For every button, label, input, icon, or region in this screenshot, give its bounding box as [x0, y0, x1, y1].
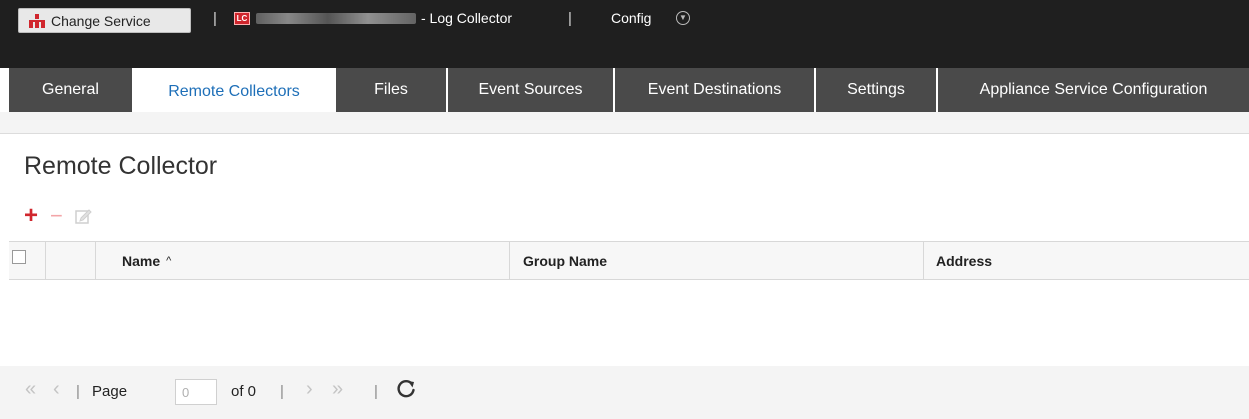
next-page-icon[interactable]: › — [306, 378, 313, 401]
column-group-name-label: Group Name — [523, 252, 608, 269]
pager-separator: | — [280, 383, 284, 400]
redacted-hostname — [256, 13, 416, 24]
tab-remote-collectors[interactable]: Remote Collectors — [134, 68, 334, 112]
remote-collector-grid: Name ^ Group Name Address — [9, 241, 1249, 366]
refresh-icon[interactable] — [395, 378, 417, 400]
view-selector-label[interactable]: Config — [611, 10, 651, 26]
page-label: Page — [92, 383, 128, 400]
grid-toolbar: + − — [24, 202, 93, 230]
pagination-bar: « ‹ | Page of 0 | › » | — [0, 366, 1249, 419]
header-separator: | — [213, 10, 217, 27]
grid-header: Name ^ Group Name Address — [9, 242, 1249, 280]
tab-appliance-service-configuration[interactable]: Appliance Service Configuration — [938, 68, 1249, 112]
tab-settings[interactable]: Settings — [816, 68, 936, 112]
column-header-name[interactable]: Name ^ — [96, 242, 510, 279]
column-name-label: Name — [122, 252, 161, 269]
tab-general[interactable]: General — [9, 68, 132, 112]
tab-event-sources[interactable]: Event Sources — [448, 68, 613, 112]
page-count: of 0 — [231, 383, 257, 400]
top-header: Change Service | LC - Log Collector | Co… — [0, 0, 1249, 68]
column-address-label: Address — [936, 252, 993, 269]
tab-event-destinations[interactable]: Event Destinations — [615, 68, 814, 112]
first-page-icon[interactable]: « — [25, 378, 36, 401]
sort-ascending-icon: ^ — [166, 254, 172, 267]
change-service-label: Change Service — [51, 12, 151, 29]
column-header-address[interactable]: Address — [924, 242, 1249, 279]
select-all-checkbox[interactable] — [12, 250, 26, 264]
header-separator: | — [568, 10, 572, 27]
service-tree-icon — [29, 13, 45, 28]
add-icon[interactable]: + — [24, 204, 38, 228]
chevron-down-icon[interactable]: ▼ — [676, 11, 690, 25]
tab-bar: General Remote Collectors Files Event So… — [0, 68, 1249, 112]
grid-body-empty — [9, 280, 1249, 366]
change-service-button[interactable]: Change Service — [18, 8, 191, 33]
last-page-icon[interactable]: » — [332, 378, 343, 401]
column-header-group-name[interactable]: Group Name — [510, 242, 924, 279]
remove-icon[interactable]: − — [50, 205, 63, 227]
select-all-column — [9, 242, 46, 279]
edit-icon[interactable] — [75, 208, 93, 224]
tab-content-strip — [0, 112, 1249, 134]
pager-separator: | — [76, 383, 80, 400]
collector-name: - Log Collector — [421, 10, 513, 26]
pager-separator: | — [374, 383, 378, 400]
tab-files[interactable]: Files — [336, 68, 446, 112]
previous-page-icon[interactable]: ‹ — [53, 378, 60, 401]
spacer-column — [46, 242, 96, 279]
log-collector-badge-icon: LC — [234, 12, 250, 25]
page-title: Remote Collector — [24, 152, 218, 180]
page-number-input[interactable] — [175, 379, 217, 405]
